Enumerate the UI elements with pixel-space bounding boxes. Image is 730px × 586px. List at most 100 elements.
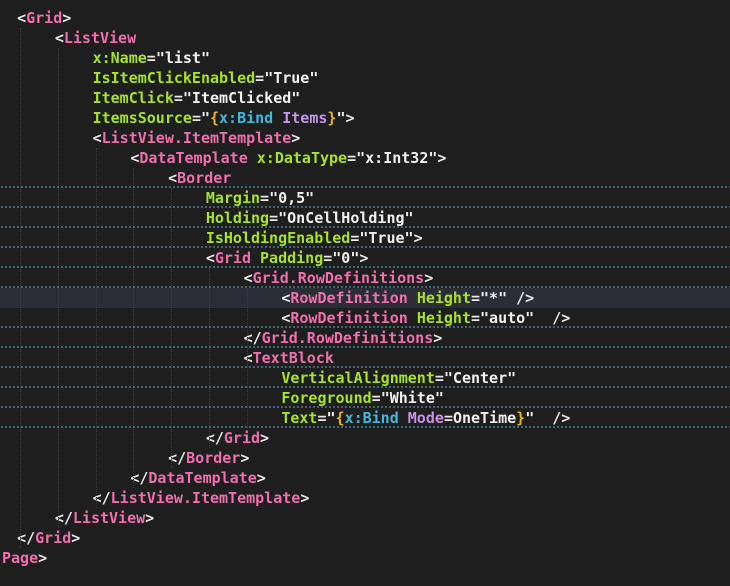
attribute-name: Height	[416, 309, 471, 327]
code-line[interactable]: Foreground="White"	[0, 388, 730, 408]
code-line[interactable]: <DataTemplate x:DataType="x:Int32">	[0, 148, 730, 168]
punctuation: <	[92, 129, 102, 147]
code-line[interactable]: IsHoldingEnabled="True">	[0, 228, 730, 248]
code-line[interactable]: VerticalAlignment="Center"	[0, 368, 730, 388]
equals-sign: =	[255, 69, 265, 87]
code-line[interactable]: <ListView	[0, 28, 730, 48]
string-value: "0"	[332, 249, 360, 267]
punctuation: <	[17, 9, 27, 27]
punctuation: </	[205, 429, 224, 447]
attribute-name: x:Name	[92, 49, 147, 67]
binding-brace: {	[210, 109, 220, 127]
binding-brace: {	[335, 409, 345, 427]
tag-name: TextBlock	[252, 349, 334, 367]
string-value	[251, 249, 260, 267]
equals-sign: =	[191, 109, 201, 127]
code-line[interactable]: <Grid Padding="0">	[0, 248, 730, 268]
punctuation: >	[424, 269, 434, 287]
binding-brace: }	[516, 409, 526, 427]
string-value	[507, 289, 516, 307]
equals-sign: =	[471, 289, 481, 307]
attribute-name: VerticalAlignment	[281, 369, 435, 387]
attribute-name: ItemsSource	[92, 109, 192, 127]
punctuation: </	[54, 509, 73, 527]
binding-property: Items	[282, 109, 328, 127]
punctuation: >	[145, 509, 155, 527]
equals-sign: =	[347, 149, 357, 167]
code-line[interactable]: </Grid.RowDefinitions>	[0, 328, 730, 348]
tag-name: ListView	[72, 509, 146, 527]
binding-keyword: x:Bind	[219, 109, 274, 127]
code-line[interactable]: <Grid.RowDefinitions>	[0, 268, 730, 288]
code-line[interactable]: </ListView>	[0, 508, 730, 528]
tag-name: RowDefinition	[290, 309, 408, 327]
tag-name: ListView.ItemTemplate	[101, 129, 292, 147]
string-value: "	[525, 409, 535, 427]
attribute-name: Height	[416, 289, 471, 307]
attribute-name: IsItemClickEnabled	[92, 69, 256, 87]
code-line[interactable]: </Grid>	[0, 528, 730, 548]
string-value: "x:Int32"	[356, 149, 438, 167]
equals-sign: =	[317, 409, 327, 427]
code-line[interactable]: </DataTemplate>	[0, 468, 730, 488]
attribute-name: IsHoldingEnabled	[205, 229, 351, 247]
code-line[interactable]: <RowDefinition Height="*" />	[0, 288, 730, 308]
string-value	[408, 309, 417, 327]
code-line[interactable]: Margin="0,5"	[0, 188, 730, 208]
code-line[interactable]: ItemsSource="{x:Bind Items}">	[0, 108, 730, 128]
code-line[interactable]: <TextBlock	[0, 348, 730, 368]
punctuation: </	[92, 489, 111, 507]
punctuation: />	[552, 309, 571, 327]
string-value: "True"	[359, 229, 414, 247]
code-line[interactable]: <RowDefinition Height="auto" />	[0, 308, 730, 328]
equals-sign: =	[434, 369, 444, 387]
string-value	[534, 409, 552, 427]
code-line[interactable]: </Border>	[0, 448, 730, 468]
code-line[interactable]: Text="{x:Bind Mode=OneTime}" />	[0, 408, 730, 428]
string-value: "ItemClicked"	[182, 89, 301, 107]
punctuation: >	[359, 249, 369, 267]
code-line[interactable]: </Grid>	[0, 428, 730, 448]
code-line[interactable]: <Border	[0, 168, 730, 188]
attribute-name: x:DataType	[256, 149, 348, 167]
tag-name: Grid	[35, 529, 72, 547]
string-value	[534, 309, 552, 327]
code-line[interactable]: x:Name="list"	[0, 48, 730, 68]
code-line[interactable]: Page>	[0, 548, 730, 568]
attribute-name: Margin	[205, 189, 261, 207]
punctuation: >	[345, 109, 355, 127]
equals-sign: =	[371, 389, 381, 407]
punctuation: >	[291, 129, 301, 147]
code-line[interactable]: </ListView.ItemTemplate>	[0, 488, 730, 508]
string-value: "auto"	[480, 309, 535, 327]
tag-name: DataTemplate	[139, 149, 248, 167]
punctuation: >	[300, 489, 310, 507]
tag-name: Grid	[223, 429, 261, 447]
string-value	[399, 409, 408, 427]
code-line[interactable]: <ListView.ItemTemplate>	[0, 128, 730, 148]
string-value	[408, 289, 417, 307]
code-line[interactable]: ItemClick="ItemClicked"	[0, 88, 730, 108]
punctuation: >	[437, 149, 447, 167]
tag-name: DataTemplate	[148, 469, 257, 487]
string-value: "	[200, 109, 210, 127]
punctuation: </	[168, 449, 187, 467]
binding-property: Mode	[407, 409, 444, 427]
attribute-name: Holding	[205, 209, 270, 227]
equals-sign: =	[443, 409, 453, 427]
code-line[interactable]: Holding="OnCellHolding"	[0, 208, 730, 228]
equals-sign: =	[260, 189, 270, 207]
punctuation: >	[260, 429, 270, 447]
string-value: "list"	[155, 49, 210, 67]
binding-keyword: x:Bind	[344, 409, 399, 427]
punctuation: >	[240, 449, 250, 467]
string-value: "	[326, 409, 336, 427]
tag-name: ListView	[63, 29, 137, 47]
punctuation: </	[243, 329, 262, 347]
code-line[interactable]: <Grid>	[0, 8, 730, 28]
code-editor[interactable]: <Grid> <ListView x:Name="list" IsItemClickE…	[0, 0, 730, 586]
code-line[interactable]: IsItemClickEnabled="True"	[0, 68, 730, 88]
punctuation: >	[38, 549, 48, 567]
tag-name: Grid.RowDefinitions	[261, 329, 434, 347]
punctuation: />	[552, 409, 571, 427]
